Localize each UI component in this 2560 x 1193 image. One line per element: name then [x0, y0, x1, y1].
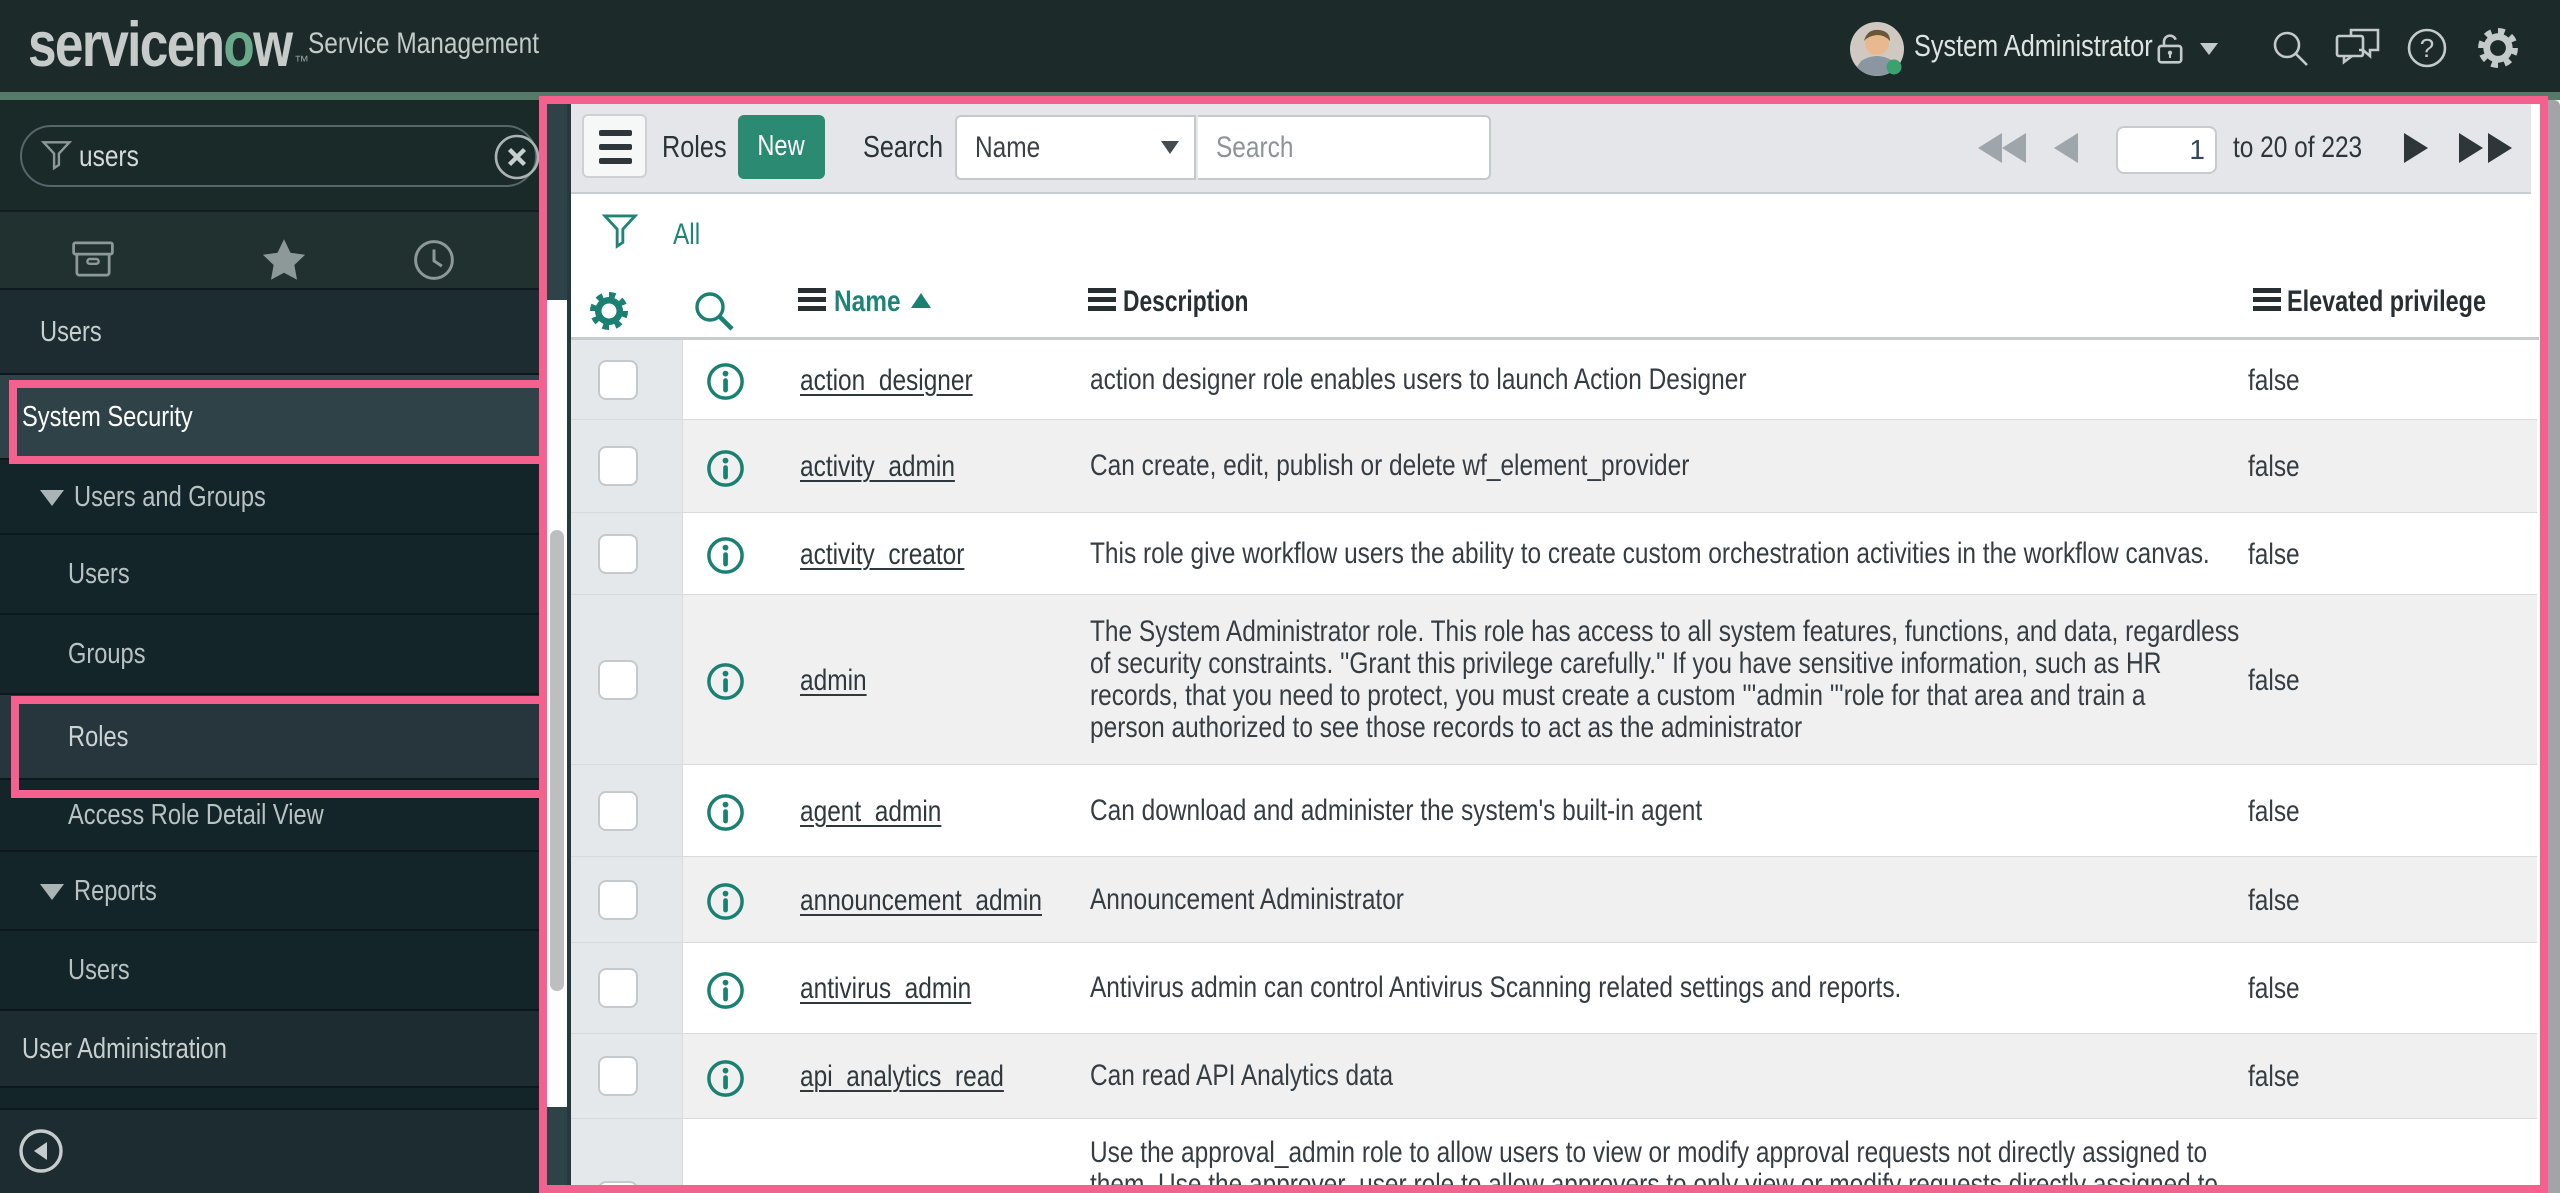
svg-text:?: ?	[2420, 33, 2434, 63]
